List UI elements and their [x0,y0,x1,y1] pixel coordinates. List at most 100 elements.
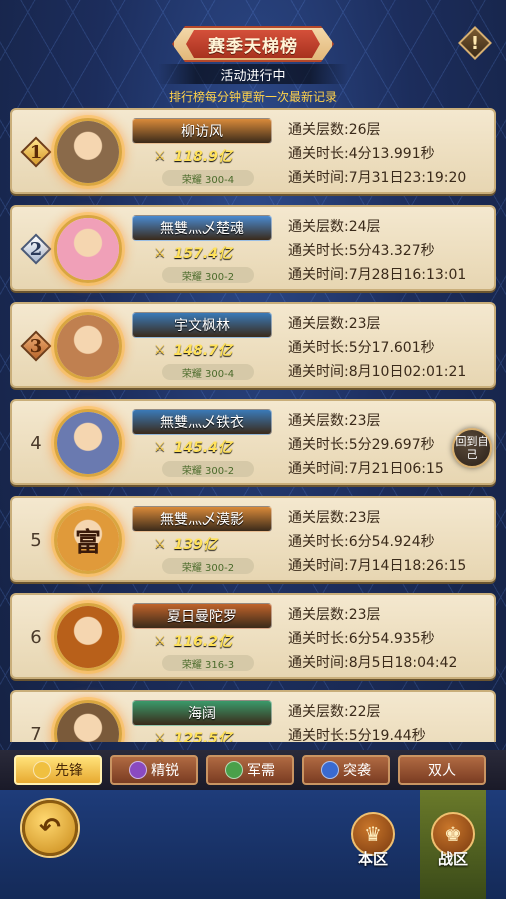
rank-medal-icon: 3 [20,330,52,362]
player-avatar[interactable] [54,215,122,283]
tab-label: 军需 [247,763,275,779]
leaderboard-row[interactable]: 2 無雙灬乄楚魂 ⚔ 157.4亿 荣耀 300-2 通关层数:24层 通关时长… [10,205,496,291]
stat-time: 通关时间:8月5日18:04:42 [288,655,458,671]
crossed-swords-icon: ⚔ [154,730,166,743]
stat-time: 通关时间:8月10日02:01:21 [288,364,467,380]
tab-label: 双人 [428,763,456,779]
stat-duration: 通关时长:4分13.991秒 [288,146,435,162]
local-zone-button[interactable]: ♛ 本区 [346,812,400,872]
player-avatar[interactable] [54,409,122,477]
stat-time: 通关时间:7月28日16:13:01 [288,267,467,283]
stat-layers: 通关层数:23层 [288,316,381,332]
player-avatar[interactable] [54,312,122,380]
category-tabs: 先锋 精锐 军需 突袭 双人 [0,750,506,790]
tab-4[interactable]: 双人 [398,755,486,785]
player-name: 無雙灬乄楚魂 [132,215,272,241]
player-name: 無雙灬乄漠影 [132,506,272,532]
tab-icon [225,761,243,779]
tab-icon [321,761,339,779]
leaderboard-list[interactable]: 1 柳访风 ⚔ 118.9亿 荣耀 300-4 通关层数:26层 通关时长:4分… [0,106,506,742]
avatar-portrait [57,315,119,377]
honor-badge: 荣耀 300-2 [162,558,254,574]
player-name: 夏日曼陀罗 [132,603,272,629]
page-title: 赛季天梯榜 [172,26,334,62]
power-value: ⚔ 139亿 [154,534,264,554]
crossed-swords-icon: ⚔ [154,245,166,261]
rank-number: 3 [29,335,43,357]
player-avatar[interactable] [54,603,122,671]
avatar-portrait [57,703,119,742]
stat-layers: 通关层数:23层 [288,607,381,623]
clear-stats: 通关层数:24层 通关时长:5分43.327秒 通关时间:7月28日16:13:… [288,215,493,287]
tab-label: 突袭 [343,763,371,779]
honor-badge: 荣耀 316-3 [162,655,254,671]
rank-number: 6 [30,626,42,648]
stat-duration: 通关时长:5分17.601秒 [288,340,435,356]
tab-3[interactable]: 突袭 [302,755,390,785]
honor-badge: 荣耀 300-2 [162,461,254,477]
stat-duration: 通关时长:5分19.44秒 [288,728,426,742]
bottom-bar: ↶ ♛ 本区 ♚ 战区 [0,790,506,899]
stat-duration: 通关时长:6分54.935秒 [288,631,435,647]
back-to-self-button[interactable]: 回到自己 [452,428,492,468]
power-text: 157.4亿 [173,246,232,262]
clear-stats: 通关层数:23层 通关时长:5分17.601秒 通关时间:8月10日02:01:… [288,312,493,384]
stat-layers: 通关层数:26层 [288,122,381,138]
player-name: 柳访风 [132,118,272,144]
exclamation-icon: ! [470,32,480,54]
player-avatar[interactable] [54,118,122,186]
stat-layers: 通关层数:23层 [288,510,381,526]
rank-number: 2 [29,238,43,260]
crossed-swords-icon: ⚔ [154,439,166,455]
update-notice: 排行榜每分钟更新一次最新记录 [168,90,337,104]
leaderboard-row[interactable]: 5 富 無雙灬乄漠影 ⚔ 139亿 荣耀 300-2 通关层数:23层 通关时长… [10,496,496,582]
power-value: ⚔ 118.9亿 [154,146,264,166]
leaderboard-row[interactable]: 3 宇文枫林 ⚔ 148.7亿 荣耀 300-4 通关层数:23层 通关时长:5… [10,302,496,388]
leaderboard-row[interactable]: 1 柳访风 ⚔ 118.9亿 荣耀 300-4 通关层数:26层 通关时长:4分… [10,108,496,194]
honor-badge: 荣耀 300-2 [162,267,254,283]
activity-status: 活动进行中 [158,64,348,84]
avatar-portrait [57,606,119,668]
power-text: 145.4亿 [173,440,232,456]
help-button[interactable]: ! [458,26,492,60]
stat-duration: 通关时长:6分54.924秒 [288,534,435,550]
leaderboard-row[interactable]: 7 海阔 ⚔ 125.5亿 通关层数:22层 通关时长:5分19.44秒 [10,690,496,742]
tab-2[interactable]: 军需 [206,755,294,785]
clear-stats: 通关层数:26层 通关时长:4分13.991秒 通关时间:7月31日23:19:… [288,118,493,190]
leaderboard-row[interactable]: 6 夏日曼陀罗 ⚔ 116.2亿 荣耀 316-3 通关层数:23层 通关时长:… [10,593,496,679]
power-value: ⚔ 157.4亿 [154,243,264,263]
rank-number: 7 [30,723,42,743]
stat-time: 通关时间:7月14日18:26:15 [288,558,467,574]
back-button[interactable]: ↶ [22,800,78,856]
power-text: 125.5亿 [173,731,232,742]
avatar-portrait [57,121,119,183]
honor-badge: 荣耀 300-4 [162,170,254,186]
clear-stats: 通关层数:23层 通关时长:6分54.924秒 通关时间:7月14日18:26:… [288,506,493,578]
tab-1[interactable]: 精锐 [110,755,198,785]
power-value: ⚔ 145.4亿 [154,437,264,457]
power-text: 118.9亿 [173,149,232,165]
avatar-portrait [57,218,119,280]
tab-label: 先锋 [55,763,83,779]
power-text: 116.2亿 [173,634,232,650]
title-text: 赛季天梯榜 [208,36,298,57]
tab-icon [33,761,51,779]
stat-layers: 通关层数:24层 [288,219,381,235]
clear-stats: 通关层数:22层 通关时长:5分19.44秒 [288,700,493,742]
player-name: 無雙灬乄铁衣 [132,409,272,435]
power-value: ⚔ 125.5亿 [154,728,264,743]
power-text: 139亿 [173,537,217,553]
back-arrow-icon: ↶ [39,813,61,843]
player-avatar[interactable] [54,700,122,742]
tab-0[interactable]: 先锋 [14,755,102,785]
rank-number: 1 [29,141,43,163]
avatar-glyph: 富 [74,527,101,558]
clear-stats: 通关层数:23层 通关时长:6分54.935秒 通关时间:8月5日18:04:4… [288,603,493,675]
player-avatar[interactable]: 富 [54,506,122,574]
battle-zone-button[interactable]: ♚ 战区 [426,812,480,872]
leaderboard-row[interactable]: 4 無雙灬乄铁衣 ⚔ 145.4亿 荣耀 300-2 通关层数:23层 通关时长… [10,399,496,485]
player-name: 宇文枫林 [132,312,272,338]
power-value: ⚔ 148.7亿 [154,340,264,360]
tab-icon [129,761,147,779]
avatar-portrait [57,412,119,474]
